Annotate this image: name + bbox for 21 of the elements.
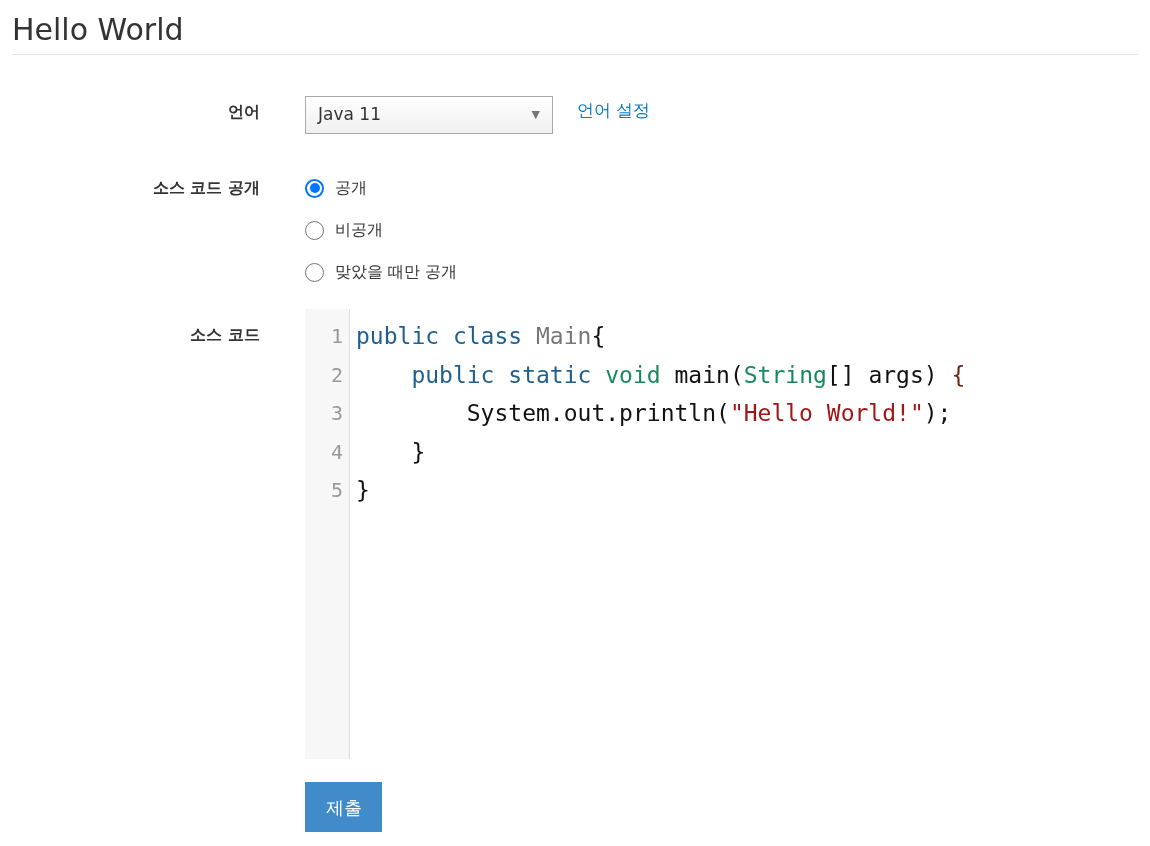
field-label: 소스 코드 공개 (152, 178, 260, 197)
line-number: 2 (329, 361, 344, 389)
line-number: 5 (329, 477, 344, 504)
page-title: Hello World (12, 12, 185, 48)
code-line: public static void main(String[] args) { (410, 360, 966, 390)
language-settings-link[interactable]: 언어 설정 (577, 98, 651, 124)
line-number: 3 (329, 400, 344, 427)
radio-button[interactable] (305, 178, 324, 198)
code-line: public class Main{ (356, 322, 607, 351)
code-line: } (410, 437, 427, 467)
radio-label[interactable]: 맞았을 때만 공개 (335, 260, 458, 284)
line-number: 4 (329, 438, 344, 466)
field-label: 언어 (228, 102, 260, 121)
submit-button[interactable]: 제출 (305, 782, 382, 832)
field-label: 소스 코드 (190, 325, 260, 344)
language-select[interactable]: Java 11 ▼ (305, 96, 553, 134)
code-line: } (356, 476, 371, 505)
radio-label[interactable]: 공개 (335, 176, 367, 200)
radio-label[interactable]: 비공개 (335, 218, 383, 242)
code-line: System.out.println("Hello World!"); (465, 399, 953, 428)
line-number: 1 (329, 323, 344, 350)
